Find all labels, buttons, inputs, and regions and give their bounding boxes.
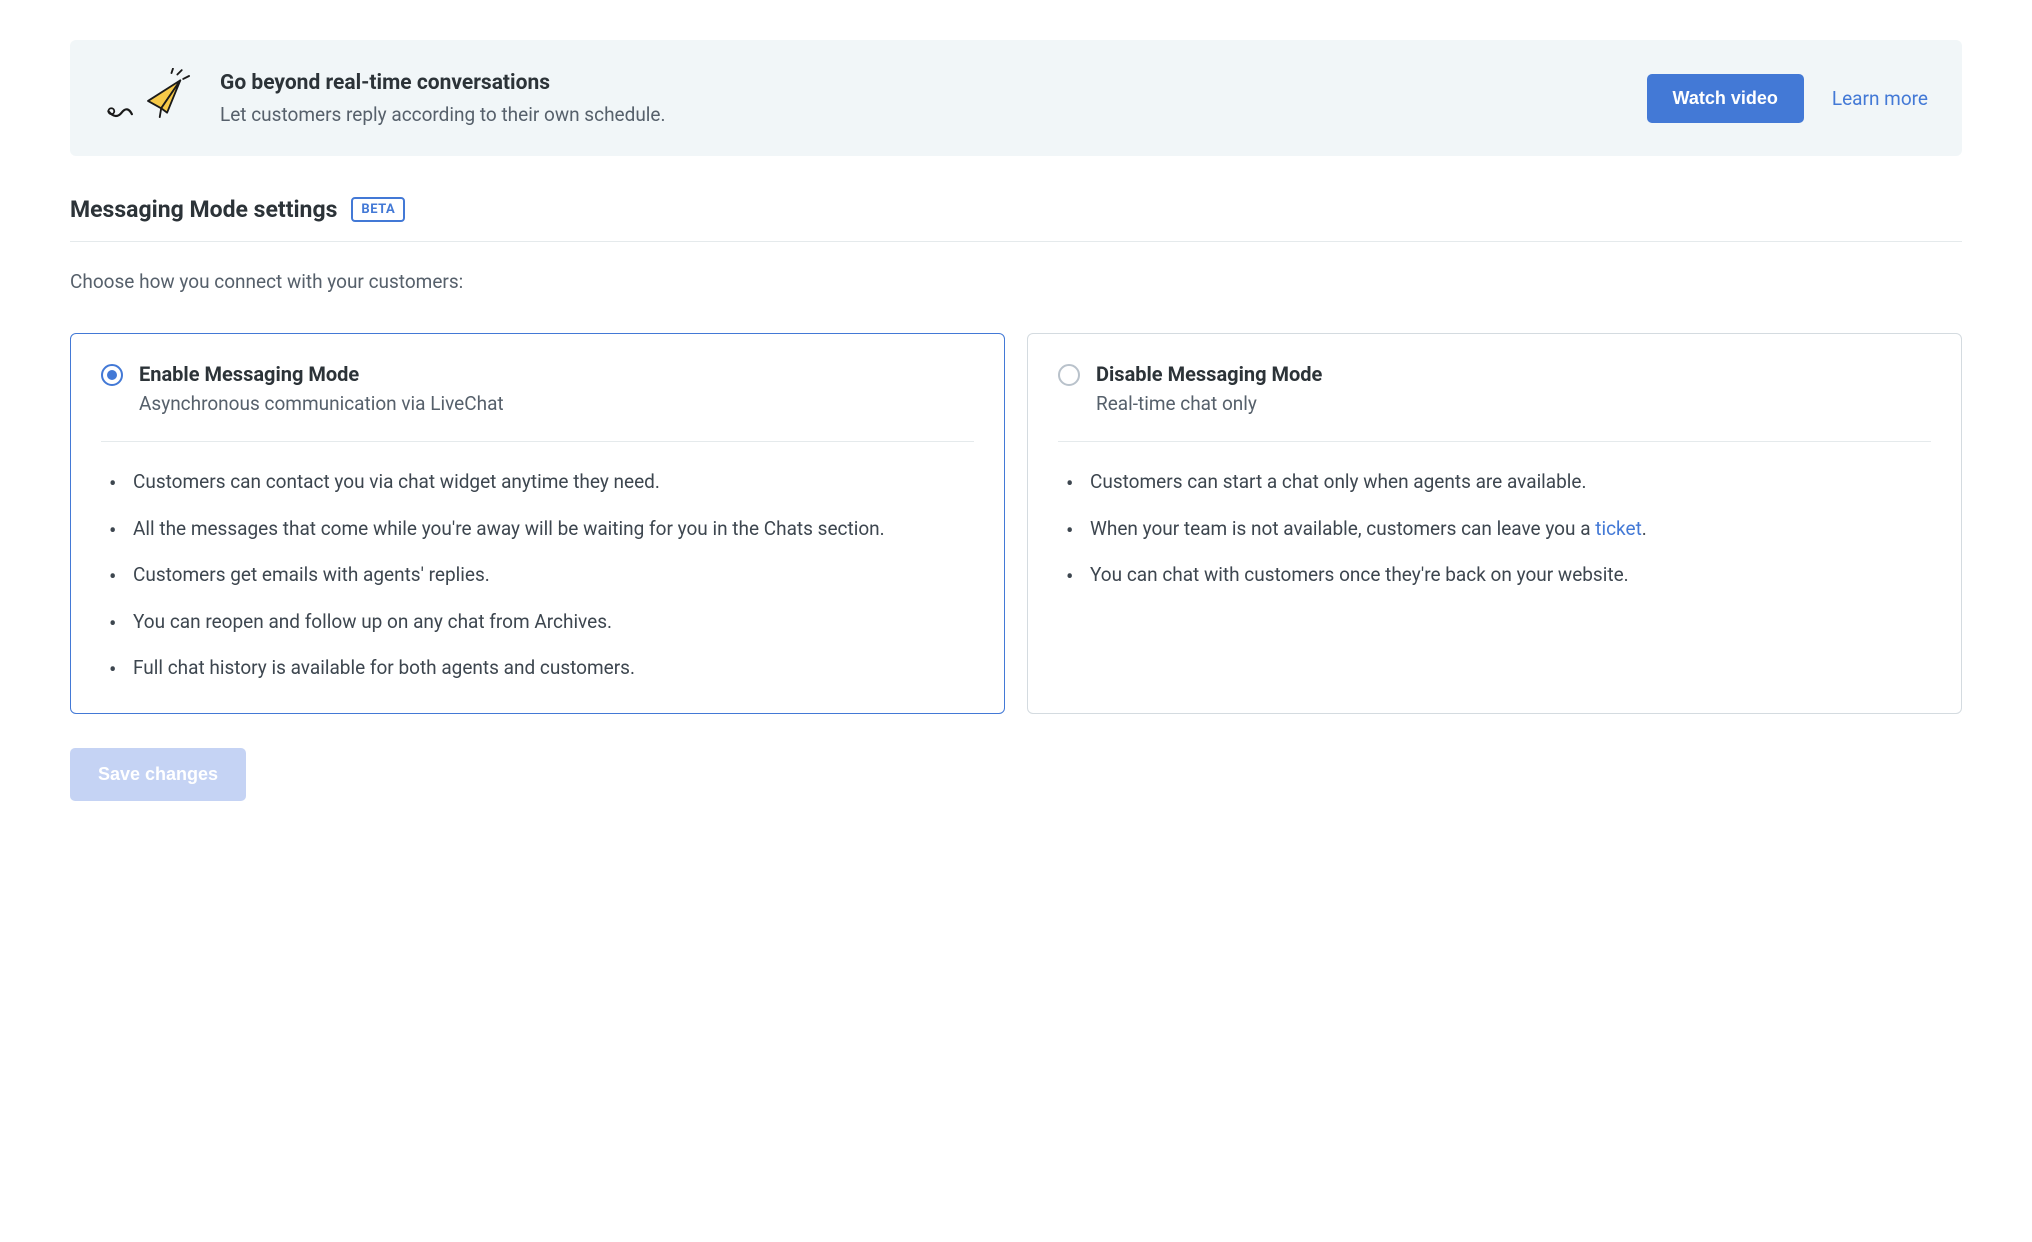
option-head: Disable Messaging Mode Real-time chat on…: [1058, 362, 1931, 415]
list-item: You can reopen and follow up on any chat…: [109, 608, 974, 637]
instruction-text: Choose how you connect with your custome…: [70, 270, 1962, 293]
option-subtitle: Real-time chat only: [1096, 392, 1322, 415]
promo-banner: Go beyond real-time conversations Let cu…: [70, 40, 1962, 156]
list-item: When your team is not available, custome…: [1066, 515, 1931, 544]
list-item: Customers can start a chat only when age…: [1066, 468, 1931, 497]
radio-unselected-icon[interactable]: [1058, 364, 1080, 386]
list-item: Customers can contact you via chat widge…: [109, 468, 974, 497]
promo-text: Go beyond real-time conversations Let cu…: [220, 71, 1619, 126]
list-item: Full chat history is available for both …: [109, 654, 974, 683]
promo-title: Go beyond real-time conversations: [220, 71, 1619, 95]
disable-option-card[interactable]: Disable Messaging Mode Real-time chat on…: [1027, 333, 1962, 714]
enable-bullets: Customers can contact you via chat widge…: [101, 468, 974, 683]
divider: [101, 441, 974, 442]
promo-actions: Watch video Learn more: [1647, 74, 1928, 123]
learn-more-link[interactable]: Learn more: [1832, 87, 1928, 110]
save-changes-button[interactable]: Save changes: [70, 748, 246, 801]
bullet-text: When your team is not available, custome…: [1090, 517, 1595, 540]
option-subtitle: Asynchronous communication via LiveChat: [139, 392, 504, 415]
enable-option-card[interactable]: Enable Messaging Mode Asynchronous commu…: [70, 333, 1005, 714]
ticket-link[interactable]: ticket: [1595, 517, 1642, 540]
option-head: Enable Messaging Mode Asynchronous commu…: [101, 362, 974, 415]
section-header: Messaging Mode settings BETA: [70, 196, 1962, 242]
disable-bullets: Customers can start a chat only when age…: [1058, 468, 1931, 590]
paper-plane-icon: [104, 68, 192, 128]
beta-badge: BETA: [351, 197, 405, 222]
option-title: Enable Messaging Mode: [139, 362, 504, 386]
option-title: Disable Messaging Mode: [1096, 362, 1322, 386]
promo-subtitle: Let customers reply according to their o…: [220, 103, 1619, 126]
watch-video-button[interactable]: Watch video: [1647, 74, 1804, 123]
divider: [1058, 441, 1931, 442]
radio-selected-icon[interactable]: [101, 364, 123, 386]
options-row: Enable Messaging Mode Asynchronous commu…: [70, 333, 1962, 714]
list-item: All the messages that come while you're …: [109, 515, 974, 544]
list-item: You can chat with customers once they're…: [1066, 561, 1931, 590]
list-item: Customers get emails with agents' replie…: [109, 561, 974, 590]
bullet-text: .: [1642, 517, 1647, 540]
section-title: Messaging Mode settings: [70, 196, 337, 223]
